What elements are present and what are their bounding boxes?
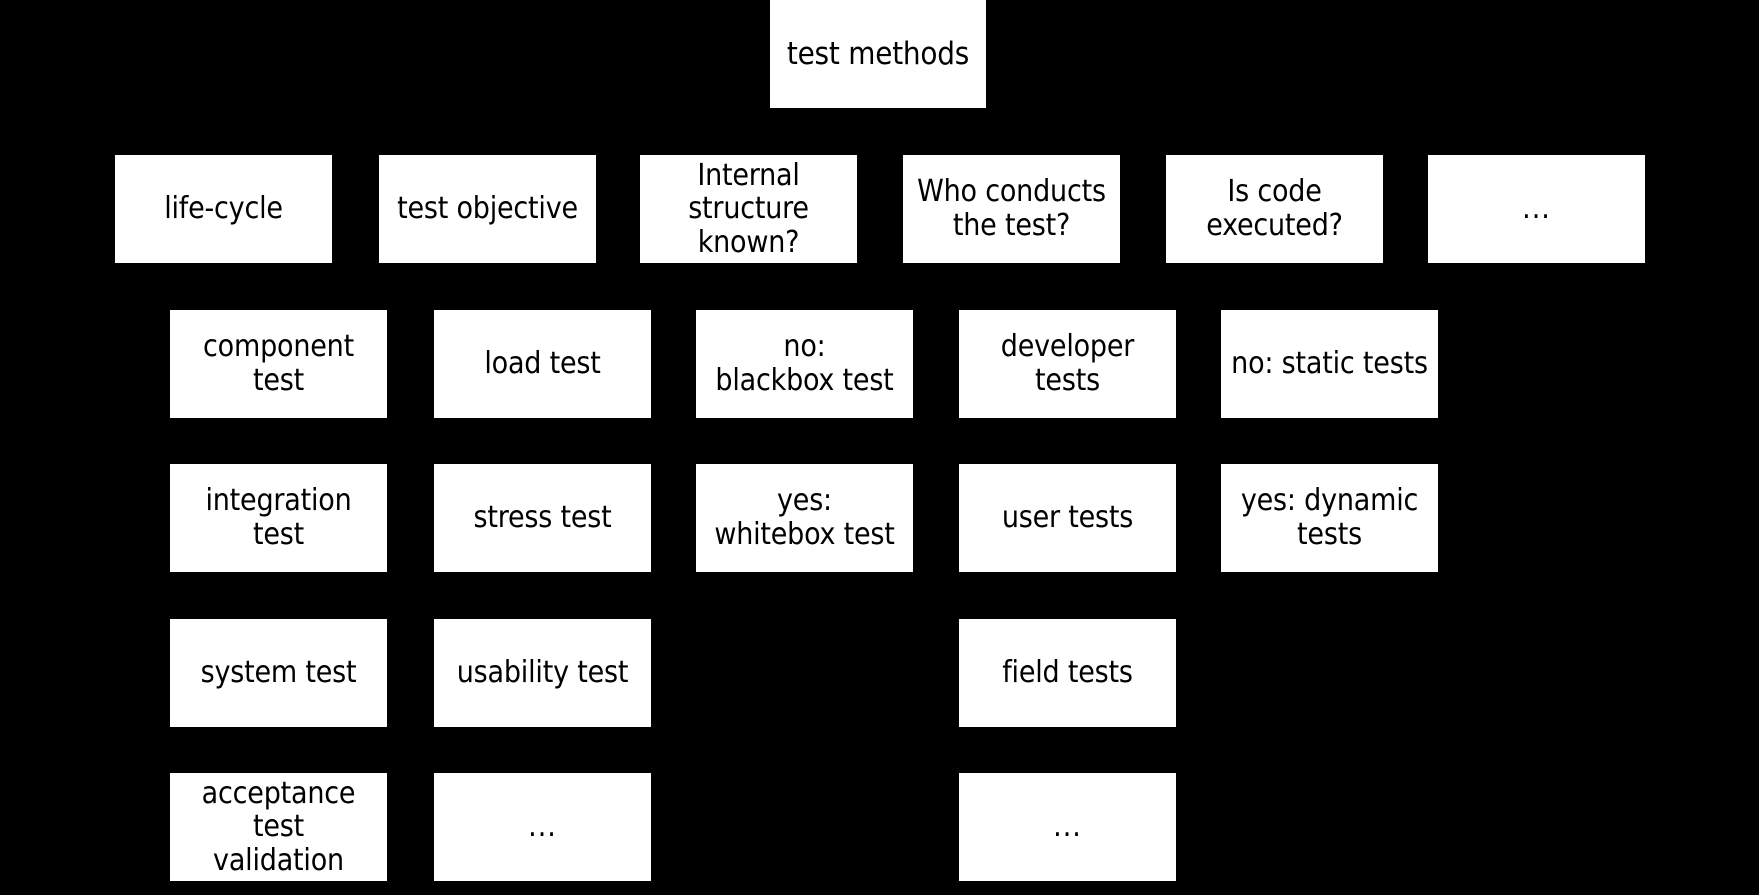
leaf-node-ellipsis-test-objective: ... [434, 773, 651, 881]
test-methods-diagram: test methods life-cycle test objective Inte… [0, 0, 1759, 895]
category-node-who-conducts-the-test: Who conducts the test? [903, 155, 1120, 263]
category-node-ellipsis: ... [1428, 155, 1645, 263]
leaf-node-yes-whitebox-test-internal-structure-known: yes: whitebox test [696, 464, 913, 572]
category-node-life-cycle: life-cycle [115, 155, 332, 263]
leaf-node-component-test-life-cycle: component test [170, 310, 387, 418]
category-node-internal-structure-known: Internal structure known? [640, 155, 857, 263]
leaf-node-no-static-tests-is-code-executed: no: static tests [1221, 310, 1438, 418]
leaf-node-yes-dynamic-tests-is-code-executed: yes: dynamic tests [1221, 464, 1438, 572]
leaf-node-field-tests-who-conducts-the-test: field tests [959, 619, 1176, 727]
leaf-node-usability-test-test-objective: usability test [434, 619, 651, 727]
leaf-node-system-test-life-cycle: system test [170, 619, 387, 727]
leaf-node-developer-tests-who-conducts-the-test: developer tests [959, 310, 1176, 418]
leaf-node-no-blackbox-test-internal-structure-known: no: blackbox test [696, 310, 913, 418]
leaf-node-load-test-test-objective: load test [434, 310, 651, 418]
leaf-node-integration-test-life-cycle: integration test [170, 464, 387, 572]
leaf-node-user-tests-who-conducts-the-test: user tests [959, 464, 1176, 572]
leaf-node-acceptance-test-validation-life-cycle: acceptance test validation [170, 773, 387, 881]
leaf-node-ellipsis-who-conducts-the-test: ... [959, 773, 1176, 881]
category-node-is-code-executed: Is code executed? [1166, 155, 1383, 263]
leaf-node-stress-test-test-objective: stress test [434, 464, 651, 572]
category-node-test-objective: test objective [379, 155, 596, 263]
root-node-test-methods: test methods [770, 0, 986, 108]
